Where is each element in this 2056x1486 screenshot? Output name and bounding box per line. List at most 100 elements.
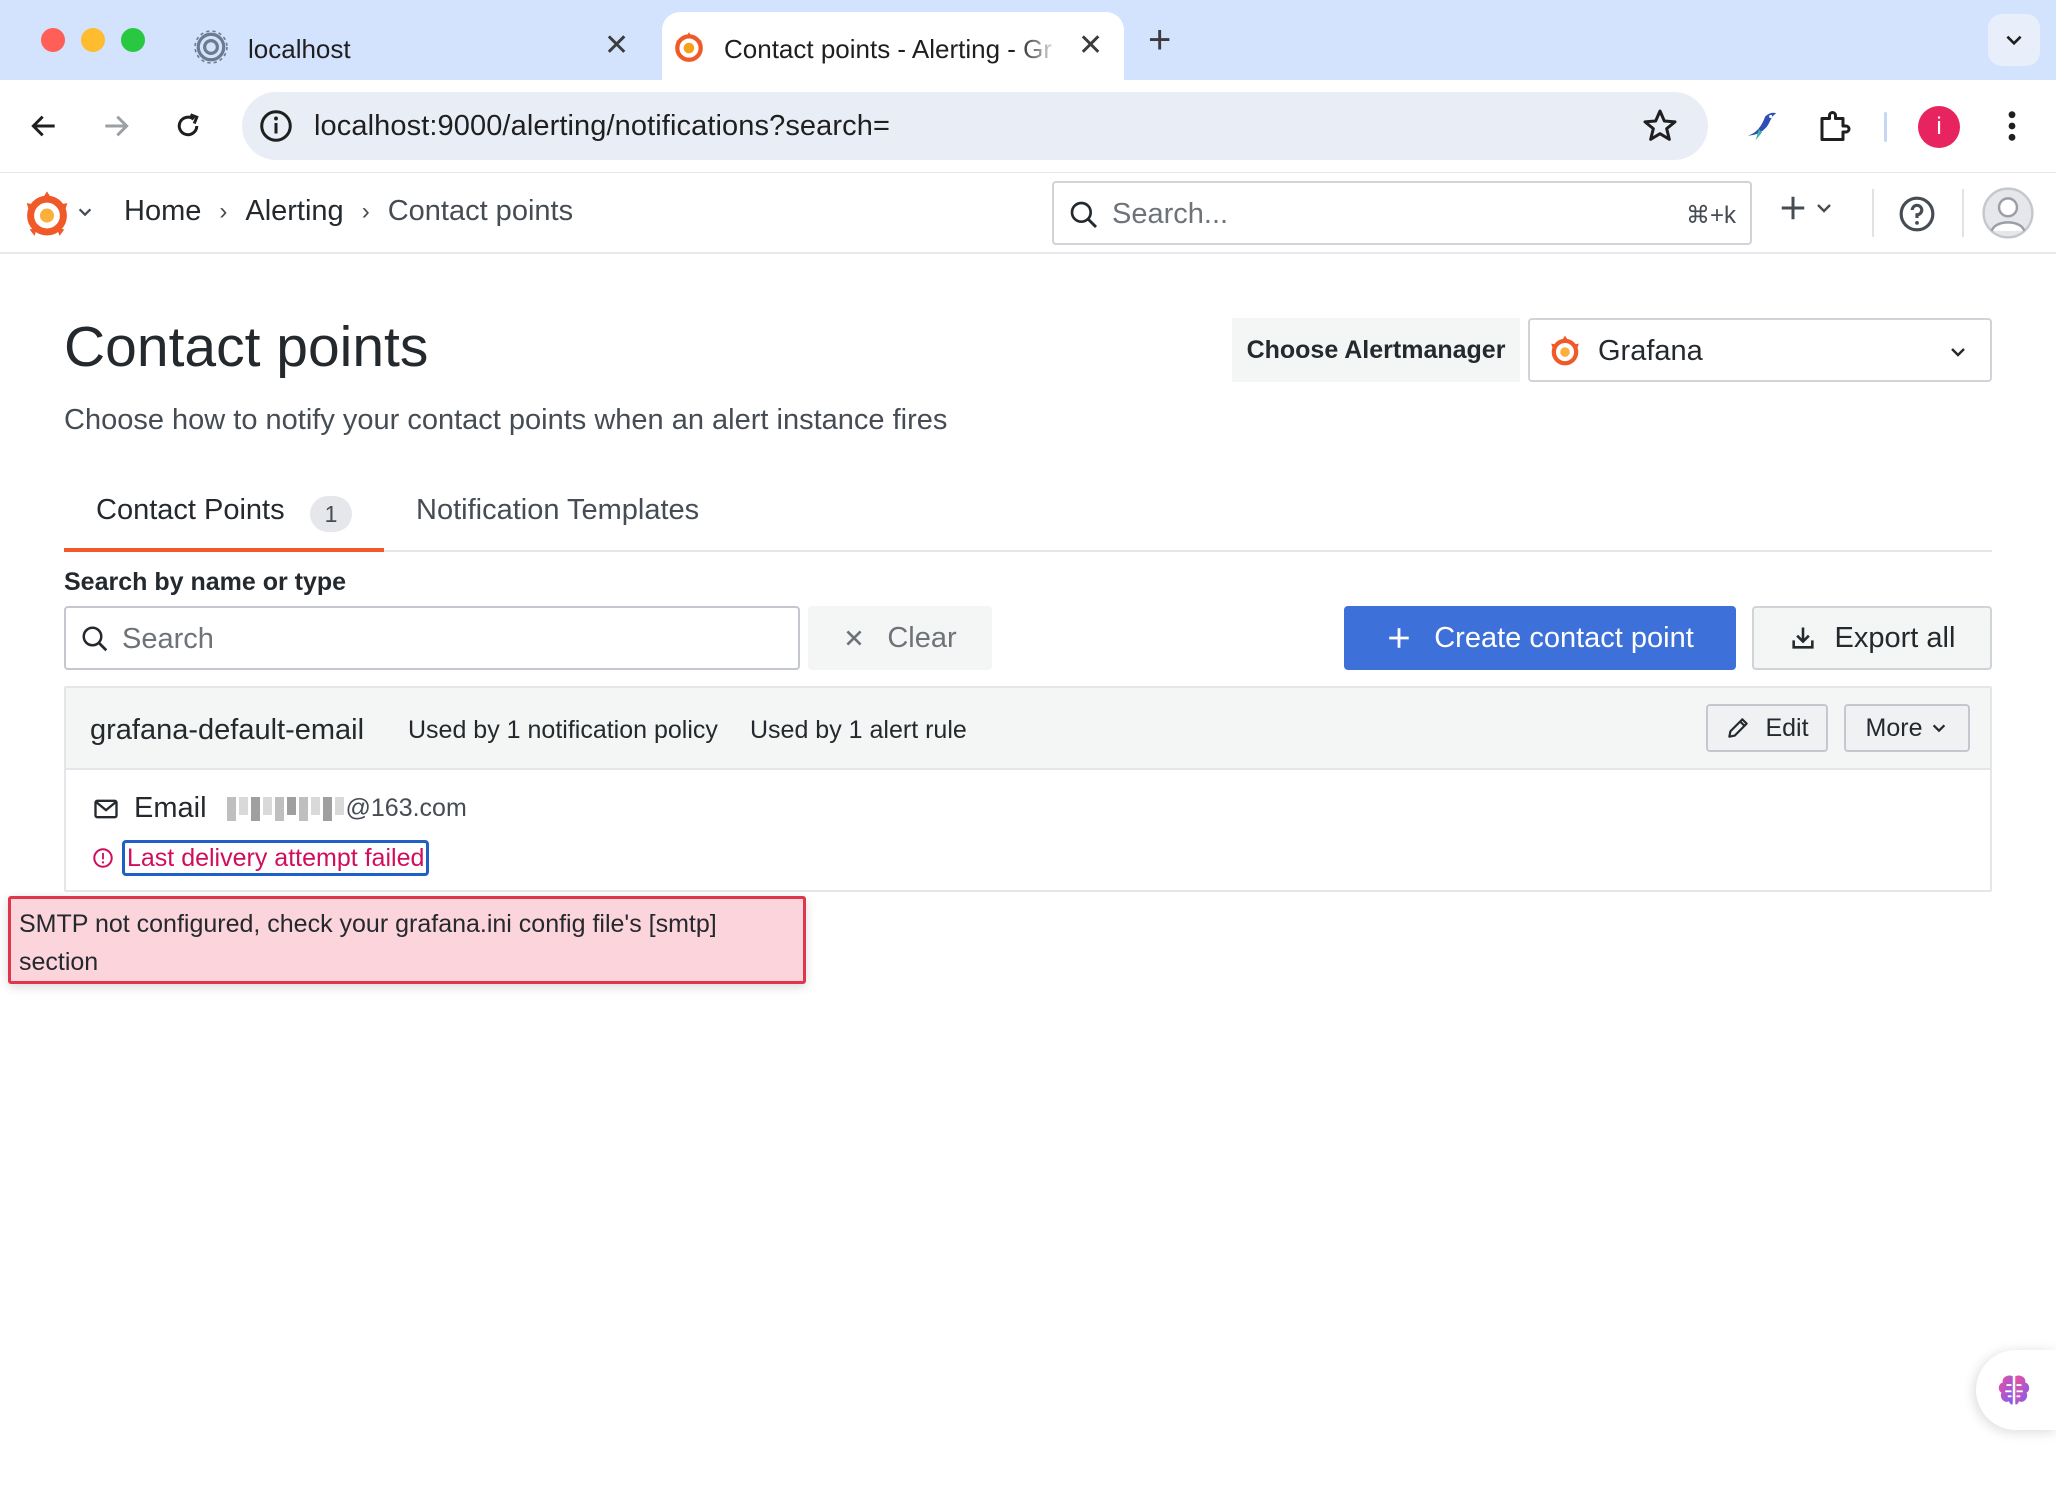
assistant-button[interactable] — [1976, 1350, 2056, 1430]
bird-extension-icon[interactable] — [1740, 104, 1784, 148]
tab-search-button[interactable] — [1988, 14, 2040, 66]
window-minimize-button[interactable] — [81, 28, 105, 52]
grafana-gray-icon — [194, 30, 228, 64]
alertmanager-select[interactable]: Grafana — [1528, 318, 1992, 382]
tab-title: Contact points - Alerting - Gr — [724, 34, 1053, 64]
toolbar-separator — [1884, 112, 1887, 142]
create-label: Create contact point — [1434, 621, 1694, 654]
delivery-error-row: Last delivery attempt failed — [92, 840, 430, 876]
tab-title: localhost — [248, 34, 351, 64]
clear-button[interactable]: Clear — [808, 606, 992, 670]
email-domain: @163.com — [345, 794, 467, 822]
page-title: Contact points — [64, 315, 429, 379]
contact-point-card: grafana-default-email Used by 1 notifica… — [64, 686, 1992, 892]
arrow-left-icon — [31, 115, 55, 137]
search-placeholder: Search... — [1112, 198, 1229, 230]
alertmanager-label: Choose Alertmanager — [1232, 318, 1520, 382]
chevron-down-icon[interactable] — [76, 203, 94, 221]
search-icon — [1070, 201, 1098, 229]
download-icon — [1791, 627, 1814, 649]
page-subtitle: Choose how to notify your contact points… — [64, 404, 948, 436]
divider — [1872, 189, 1874, 237]
more-vertical-icon — [2008, 111, 2016, 141]
redacted-email-user — [226, 796, 344, 821]
back-button[interactable] — [20, 102, 68, 150]
browser-tab-localhost[interactable]: localhost ✕ — [186, 12, 646, 80]
profile-avatar[interactable]: i — [1918, 106, 1960, 148]
policy-usage-text: Used by 1 notification policy — [408, 716, 718, 744]
breadcrumb-alerting[interactable]: Alerting — [245, 195, 343, 228]
tab-close-icon[interactable]: ✕ — [604, 28, 629, 63]
address-bar[interactable]: localhost:9000/alerting/notifications?se… — [242, 92, 1708, 160]
browser-tab-strip: localhost ✕ Contact points - Alerting - … — [0, 0, 2056, 80]
tab-notification-templates[interactable]: Notification Templates — [416, 494, 699, 527]
more-button[interactable]: More — [1844, 704, 1970, 752]
chevron-down-icon — [1933, 724, 1946, 733]
create-contact-point-button[interactable]: Create contact point — [1344, 606, 1736, 670]
browser-tab-contact-points[interactable]: Contact points - Alerting - Gr ✕ — [662, 12, 1124, 80]
brain-icon — [1998, 1375, 2030, 1405]
tab-count-badge: 1 — [310, 496, 352, 532]
alertmanager-value: Grafana — [1598, 335, 1703, 367]
breadcrumb-home[interactable]: Home — [124, 195, 201, 228]
search-shortcut: ⌘+k — [1685, 202, 1736, 229]
browser-menu-button[interactable] — [1990, 104, 2034, 148]
window-close-button[interactable] — [41, 28, 65, 52]
envelope-icon — [94, 799, 118, 818]
exclamation-circle-icon — [93, 848, 113, 868]
site-info-icon[interactable] — [258, 108, 294, 144]
divider — [1962, 189, 1964, 237]
chevron-right-icon: › — [361, 197, 370, 225]
more-label: More — [1865, 713, 1923, 742]
chevron-right-icon: › — [219, 197, 228, 225]
export-all-button[interactable]: Export all — [1752, 606, 1992, 670]
last-delivery-failed-link[interactable]: Last delivery attempt failed — [122, 840, 430, 876]
chevron-down-icon — [1951, 348, 1965, 357]
reload-button[interactable] — [164, 102, 212, 150]
contact-point-header: grafana-default-email Used by 1 notifica… — [66, 688, 1990, 770]
new-tab-button[interactable]: + — [1148, 18, 1171, 62]
integration-type: Email — [134, 792, 207, 824]
extensions-puzzle-icon[interactable] — [1812, 104, 1856, 148]
grafana-logo-icon — [675, 32, 703, 62]
breadcrumb: Home › Alerting › Contact points — [124, 195, 573, 228]
email-address: @163.com — [226, 794, 467, 823]
tab-contact-points[interactable]: Contact Points 1 — [64, 470, 384, 552]
edit-label: Edit — [1765, 713, 1809, 742]
chevron-down-icon — [1817, 204, 1831, 213]
user-avatar-icon[interactable] — [1982, 187, 2034, 239]
grafana-topbar: Home › Alerting › Contact points Search.… — [0, 172, 2056, 254]
plus-icon — [1781, 196, 1805, 220]
arrow-right-icon — [105, 115, 129, 137]
tab-close-icon[interactable]: ✕ — [1078, 28, 1103, 63]
page-tabs: Contact Points 1 Notification Templates — [64, 470, 1992, 552]
edit-button[interactable]: Edit — [1706, 704, 1828, 752]
help-icon[interactable] — [1898, 195, 1936, 233]
url-text[interactable]: localhost:9000/alerting/notifications?se… — [314, 110, 890, 143]
close-icon — [846, 630, 862, 646]
bookmark-star-icon[interactable] — [1640, 106, 1680, 146]
search-label: Search by name or type — [64, 568, 347, 596]
clear-label: Clear — [887, 621, 957, 654]
grafana-logo-icon — [1551, 335, 1579, 366]
plus-icon — [1389, 628, 1409, 648]
breadcrumb-current: Contact points — [387, 195, 574, 227]
pencil-icon — [1728, 718, 1749, 738]
new-menu-button[interactable] — [1778, 193, 1834, 223]
window-zoom-button[interactable] — [121, 28, 145, 52]
export-label: Export all — [1834, 621, 1956, 654]
reload-icon — [177, 113, 199, 137]
forward-button[interactable] — [92, 102, 140, 150]
browser-toolbar: localhost:9000/alerting/notifications?se… — [0, 80, 2056, 172]
integration-row: Email @163.com — [92, 792, 467, 825]
tab-label: Contact Points — [96, 494, 285, 526]
search-input[interactable]: Search — [64, 606, 800, 670]
search-placeholder: Search — [122, 623, 214, 655]
contact-point-name: grafana-default-email — [90, 714, 365, 746]
search-icon — [82, 626, 108, 652]
chevron-down-icon — [2006, 35, 2022, 46]
rule-usage-text: Used by 1 alert rule — [750, 716, 967, 744]
grafana-logo-icon[interactable] — [22, 189, 72, 239]
error-tooltip: SMTP not configured, check your grafana.… — [8, 896, 806, 984]
global-search-input[interactable]: Search... ⌘+k — [1052, 181, 1752, 245]
